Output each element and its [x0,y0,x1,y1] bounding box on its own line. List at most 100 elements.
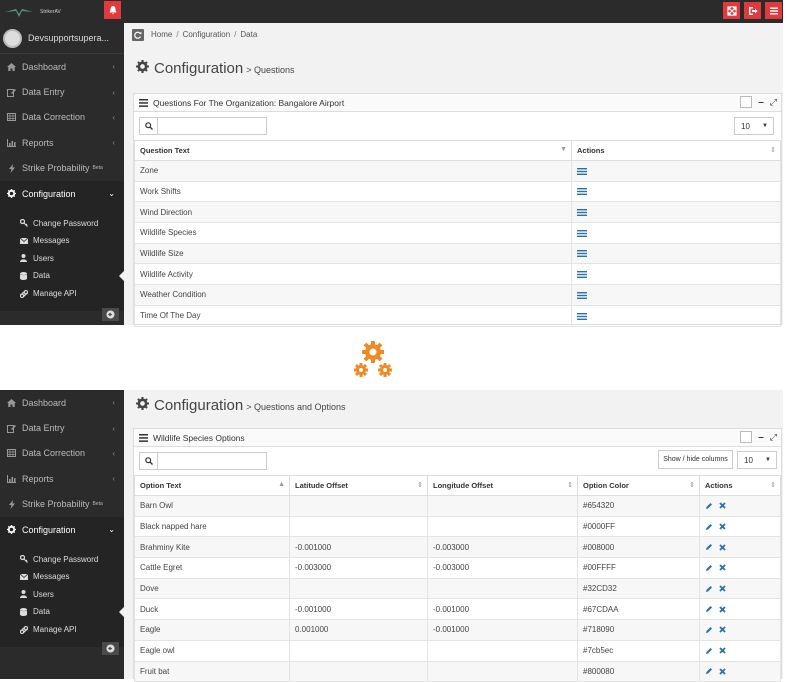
longitude-offset-cell: -0.001000 [427,619,578,641]
delete-x-icon[interactable] [719,626,726,634]
subnav-manage-api[interactable]: Manage API [0,284,124,303]
delete-x-icon[interactable] [719,585,726,592]
nav-label: Reports [22,137,54,148]
search-input[interactable] [158,452,267,470]
search-input[interactable] [158,117,267,135]
longitude-offset-cell [427,639,578,662]
option-color-cell: #718090 [577,619,700,641]
subnav-change-password[interactable]: Change Password [0,214,124,232]
subnav-messages[interactable]: Messages [0,567,124,586]
fullscreen-button[interactable] [723,2,740,19]
nav-label: Data Correction [22,112,86,123]
column-header-longitude-offset[interactable]: Longitude Offset ⇕ [427,475,578,496]
subnav-data[interactable]: Data [0,267,124,285]
search-button[interactable] [139,452,158,470]
panel-checkbox[interactable] [740,431,753,443]
list-options-icon[interactable] [577,271,587,279]
list-options-icon[interactable] [577,312,587,320]
collapse-sidebar-button[interactable] [102,308,119,321]
breadcrumb-configuration[interactable]: Configuration [183,30,231,39]
column-header-actions[interactable]: Actions ⇕ [699,475,781,496]
delete-x-icon[interactable] [719,564,726,572]
column-header-actions[interactable]: Actions ⇕ [571,140,781,161]
subnav-manage-api[interactable]: Manage API [0,620,124,639]
logout-button[interactable] [744,2,761,19]
nav-data-entry[interactable]: Data Entry ‹ [0,79,124,104]
panel-checkbox[interactable] [740,96,753,108]
option-text-cell: Dove [134,577,290,600]
column-header-question-text[interactable]: Question Text ▼ [134,140,572,161]
sidebar-collapse-bar [0,638,124,659]
caret-down-icon: ▼ [765,457,771,463]
main-content-options: Configuration > Questions and Options Wi… [124,390,783,682]
panel-title: Questions For The Organization: Bangalor… [153,97,345,108]
nav-configuration[interactable]: Configuration ⌄ [0,516,124,543]
delete-x-icon[interactable] [719,668,726,675]
breadcrumb-home[interactable]: Home [151,30,172,39]
minimize-icon[interactable]: – [758,432,764,443]
list-options-icon[interactable] [577,188,587,196]
delete-x-icon[interactable] [719,647,726,654]
notifications-button[interactable] [104,1,121,19]
minimize-icon[interactable]: – [758,97,764,108]
list-options-icon[interactable] [577,167,587,175]
column-header-latitude-offset[interactable]: Latitude Offset ⇕ [289,475,428,496]
nav-reports[interactable]: Reports ‹ [0,466,124,491]
nav-data-correction[interactable]: Data Correction ‹ [0,441,124,466]
list-options-icon[interactable] [577,229,587,237]
user-profile[interactable]: Devsupportsupera... [0,23,124,54]
list-options-icon[interactable] [577,209,587,217]
table-row: Barn Owl #654320 [134,495,781,517]
sidebar-bottom: Dashboard ‹ Data Entry ‹ Data Correction… [0,390,124,679]
pencil-edit-icon[interactable] [705,502,713,510]
expand-icon[interactable]: ⤢ [770,432,777,443]
refresh-button[interactable] [132,28,144,41]
page-size-select[interactable]: 10 ▼ [734,117,774,135]
actions-cell [571,201,781,224]
pencil-edit-icon[interactable] [705,626,713,634]
delete-x-icon[interactable] [719,544,726,551]
delete-x-icon[interactable] [719,523,726,530]
search-button[interactable] [139,117,158,135]
bar-chart-icon [6,138,17,147]
sort-icon: ⇕ [567,482,573,489]
menu-button[interactable] [765,2,782,19]
nav-strike-probability[interactable]: Strike Probability Beta [0,492,124,517]
breadcrumb-data: Data [240,30,258,39]
pencil-edit-icon[interactable] [705,543,713,551]
delete-x-icon[interactable] [719,502,726,509]
nav-dashboard[interactable]: Dashboard ‹ [0,54,124,79]
subnav-change-password[interactable]: Change Password [0,550,124,568]
pencil-edit-icon[interactable] [705,564,713,572]
collapse-sidebar-button[interactable] [102,642,119,655]
user-icon [20,254,29,263]
nav-reports[interactable]: Reports ‹ [0,130,124,155]
list-options-icon[interactable] [577,291,587,299]
nav-dashboard[interactable]: Dashboard ‹ [0,390,124,415]
pencil-edit-icon[interactable] [705,523,713,531]
longitude-offset-cell [427,495,578,517]
expand-icon[interactable]: ⤢ [770,97,777,108]
pencil-edit-icon[interactable] [705,605,713,613]
list-options-icon[interactable] [577,250,587,258]
subnav-users[interactable]: Users [0,585,124,604]
delete-x-icon[interactable] [719,606,726,613]
nav-label: Dashboard [22,61,67,72]
column-header-option-text[interactable]: Option Text ▲ [134,475,290,496]
nav-data-correction[interactable]: Data Correction ‹ [0,105,124,130]
nav-data-entry[interactable]: Data Entry ‹ [0,415,124,440]
subnav-data[interactable]: Data [0,603,124,621]
page-size-select[interactable]: 10 ▼ [737,451,777,469]
pencil-edit-icon[interactable] [705,667,713,675]
nav-configuration[interactable]: Configuration ⌄ [0,180,124,207]
table-icon [6,449,17,458]
column-header-option-color[interactable]: Option Color ⇕ [577,475,700,496]
table-row: Dove #32CD32 [134,577,781,600]
pencil-edit-icon[interactable] [705,585,713,593]
option-text-cell: Eagle owl [134,639,290,662]
show-hide-columns-button[interactable]: Show / hide columns [658,450,733,469]
nav-strike-probability[interactable]: Strike Probability Beta [0,156,124,181]
pencil-edit-icon[interactable] [705,647,713,655]
subnav-users[interactable]: Users [0,249,124,268]
subnav-messages[interactable]: Messages [0,231,124,250]
